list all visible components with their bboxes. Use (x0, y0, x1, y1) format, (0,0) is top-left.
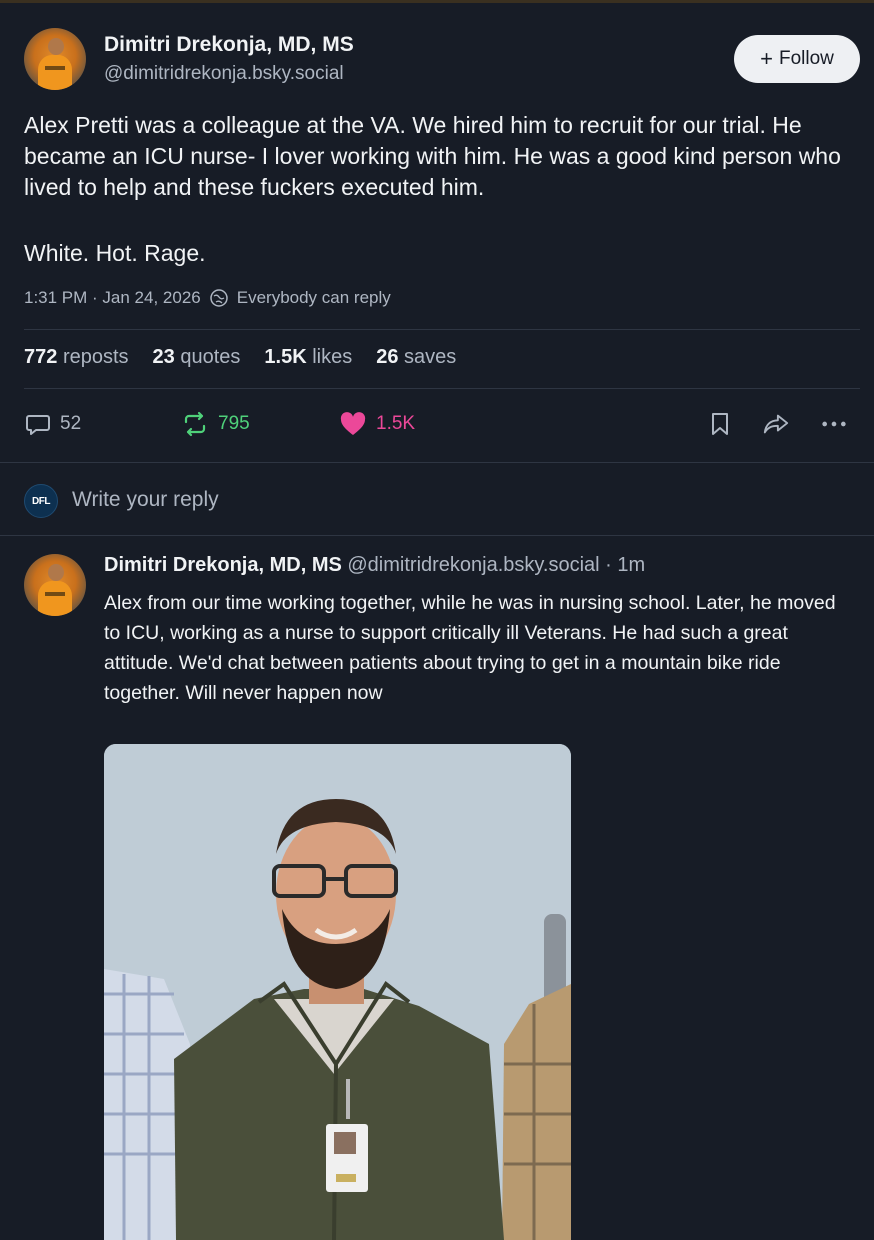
composer-avatar: DFL (24, 484, 58, 518)
post-timestamp[interactable]: 1:31 PM · Jan 24, 2026 (24, 288, 201, 308)
post-meta: 1:31 PM · Jan 24, 2026 Everybody can rep… (24, 288, 391, 308)
top-edge (0, 0, 874, 3)
author-avatar[interactable] (24, 28, 86, 90)
repost-icon (184, 411, 206, 437)
author-handle[interactable]: @dimitridrekonja.bsky.social (104, 63, 344, 85)
heart-icon (340, 412, 366, 435)
saves-stat[interactable]: 26 saves (376, 346, 456, 369)
reply-author-avatar[interactable] (24, 554, 86, 616)
share-button[interactable] (762, 410, 790, 438)
quotes-stat[interactable]: 23 quotes (153, 346, 241, 369)
plus-icon: + (760, 46, 773, 71)
divider (0, 462, 874, 463)
divider (0, 535, 874, 536)
reply-image[interactable] (104, 744, 571, 1240)
reply-button[interactable]: 52 (24, 410, 81, 438)
reposts-stat[interactable]: 772 reposts (24, 346, 129, 369)
more-options-button[interactable] (820, 410, 848, 438)
repost-count: 795 (218, 413, 250, 434)
like-count: 1.5K (376, 413, 416, 434)
post-text: Alex Pretti was a colleague at the VA. W… (24, 112, 841, 200)
reply-composer-input[interactable]: Write your reply (72, 488, 219, 512)
share-icon (763, 414, 789, 434)
follow-label: Follow (778, 48, 834, 69)
likes-stat[interactable]: 1.5K likes (264, 346, 352, 369)
photo-illustration (104, 744, 571, 1240)
repost-button[interactable]: 795 (180, 410, 250, 438)
more-icon (822, 421, 846, 427)
reply-setting: Everybody can reply (236, 288, 391, 307)
divider (24, 329, 860, 330)
divider (24, 388, 860, 389)
reply-author-name[interactable]: Dimitri Drekonja, MD, MS (104, 554, 342, 576)
post-text-second-paragraph: White. Hot. Rage. (24, 240, 206, 266)
follow-button[interactable]: + Follow (734, 35, 860, 83)
reply-icon (26, 415, 50, 435)
reply-setting-icon (209, 289, 228, 307)
reply-text: Alex from our time working together, whi… (104, 592, 836, 704)
author-name[interactable]: Dimitri Drekonja, MD, MS (104, 33, 354, 57)
reply-count: 52 (60, 413, 82, 434)
bookmark-button[interactable] (706, 410, 734, 438)
like-button[interactable]: 1.5K (338, 410, 415, 438)
reply-author-handle[interactable]: @dimitridrekonja.bsky.social · 1m (347, 554, 645, 576)
post-stats: 772 reposts 23 quotes 1.5K likes 26 save… (24, 346, 456, 369)
reply-header: Dimitri Drekonja, MD, MS @dimitridrekonj… (104, 554, 645, 577)
bookmark-icon (712, 413, 728, 435)
